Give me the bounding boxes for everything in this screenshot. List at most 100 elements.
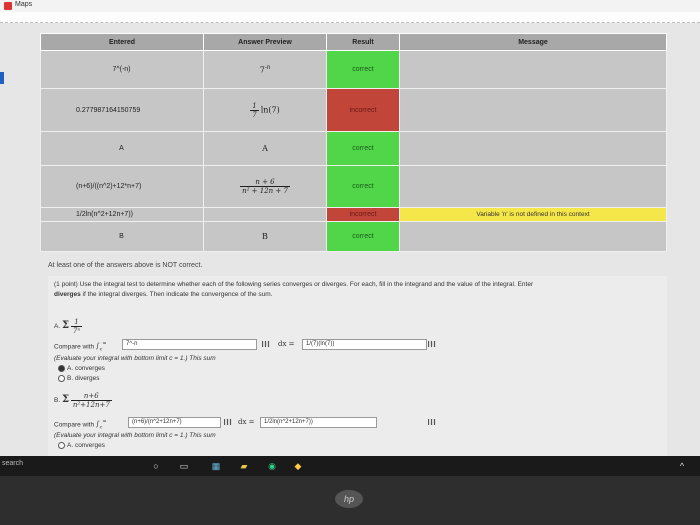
taskbar: search ○ ▭ ▦ ▰ ◉ ◆ ^ bbox=[0, 456, 700, 476]
table-row: B B correct bbox=[40, 221, 667, 252]
preview-cell: 7-n bbox=[203, 50, 327, 89]
part-b-compare-label: Compare with ∫c∞ bbox=[54, 419, 107, 431]
part-b-integrand-input[interactable]: (n+6)/(n^2+12n+7) bbox=[128, 417, 221, 428]
result-cell: correct bbox=[326, 165, 400, 208]
message-cell: Variable 'n' is not defined in this cont… bbox=[399, 207, 667, 222]
dx-label: dx = bbox=[238, 418, 255, 426]
fraction-denominator: 7 bbox=[252, 110, 257, 119]
intro-text-2: if the integral diverges. Then indicate … bbox=[80, 291, 273, 298]
part-b-option-converges[interactable]: A. converges bbox=[58, 442, 105, 449]
part-a-value-input[interactable]: 1/(7)(ln(7)) bbox=[302, 339, 427, 350]
part-a-term: 1 7ⁿ bbox=[70, 318, 83, 335]
title-bar: Maps bbox=[0, 0, 700, 12]
problem-panel: (1 point) Use the integral test to deter… bbox=[48, 276, 667, 456]
part-a-label: A. bbox=[54, 323, 61, 331]
table-row: 0.277987164150759 1 7 ln(7) incorrect bbox=[40, 88, 667, 132]
equation-editor-icon[interactable] bbox=[428, 419, 436, 425]
equation-editor-icon[interactable] bbox=[428, 341, 436, 347]
header-message: Message bbox=[399, 33, 667, 51]
intro-text: (1 point) Use the integral test to deter… bbox=[54, 281, 534, 288]
header-entered: Entered bbox=[40, 33, 204, 51]
part-b-value-input[interactable]: 1/2ln(n^2+12n+7)) bbox=[260, 417, 377, 428]
window-title: Maps bbox=[15, 1, 33, 8]
result-cell: correct bbox=[326, 131, 400, 166]
part-a-option-converges[interactable]: A. converges bbox=[58, 365, 105, 372]
part-a-compare-label: Compare with ∫c∞ bbox=[54, 341, 107, 353]
result-cell: correct bbox=[326, 221, 400, 252]
part-b-term: n+6 n²+12n+7 bbox=[70, 392, 112, 409]
problem-intro: (1 point) Use the integral test to deter… bbox=[54, 280, 654, 300]
message-cell bbox=[399, 221, 667, 252]
preview-cell bbox=[203, 207, 327, 222]
part-a-hint: (Evaluate your integral with bottom limi… bbox=[54, 355, 216, 362]
taskbar-search[interactable]: search bbox=[0, 460, 122, 472]
result-cell: incorrect bbox=[326, 88, 400, 132]
option-label: A. converges bbox=[67, 442, 105, 450]
equation-editor-icon[interactable] bbox=[224, 419, 232, 425]
table-row: (n+6)/((n^2)+12*n+7) n + 6 n² + 12n + 7 … bbox=[40, 165, 667, 208]
preview-rest: ln(7) bbox=[260, 104, 280, 114]
part-a-integrand-input[interactable]: 7^-n bbox=[122, 339, 257, 350]
intro-bold: diverges bbox=[54, 291, 81, 298]
radio-icon[interactable] bbox=[58, 375, 65, 382]
part-a-series: A. Σ 1 7ⁿ bbox=[54, 318, 83, 335]
dx-label: dx = bbox=[278, 340, 295, 348]
entered-cell: A bbox=[40, 131, 204, 166]
entered-cell: B bbox=[40, 221, 204, 252]
screen: Maps Entered Answer Preview Result Messa… bbox=[0, 0, 700, 456]
equation-editor-icon[interactable] bbox=[262, 341, 270, 347]
left-edge-marker bbox=[0, 72, 4, 84]
table-row: 7^(-n) 7-n correct bbox=[40, 50, 667, 89]
entered-cell: (n+6)/((n^2)+12*n+7) bbox=[40, 165, 204, 208]
chrome-icon[interactable]: ◉ bbox=[266, 460, 278, 472]
entered-cell: 0.277987164150759 bbox=[40, 88, 204, 132]
part-b-label: B. bbox=[54, 397, 61, 405]
fraction-numerator: 1 bbox=[70, 318, 83, 327]
store-icon[interactable]: ▦ bbox=[210, 460, 222, 472]
preview-cell: A bbox=[203, 131, 327, 166]
page-top-strip bbox=[0, 12, 700, 23]
result-cell: correct bbox=[326, 50, 400, 89]
fraction-numerator: n + 6 bbox=[240, 178, 290, 187]
results-table: Entered Answer Preview Result Message 7^… bbox=[40, 33, 667, 252]
folder-icon[interactable]: ▰ bbox=[238, 460, 250, 472]
integral-icon: ∫c∞ bbox=[95, 341, 107, 353]
message-cell bbox=[399, 131, 667, 166]
preview-cell: B bbox=[203, 221, 327, 252]
radio-icon[interactable] bbox=[58, 442, 65, 449]
app-icon[interactable]: ◆ bbox=[292, 460, 304, 472]
sigma-icon: Σ bbox=[61, 394, 70, 406]
radio-selected-icon[interactable] bbox=[58, 365, 65, 372]
message-cell bbox=[399, 50, 667, 89]
fraction-denominator: n²+12n+7 bbox=[72, 401, 110, 409]
part-b-series: B. Σ n+6 n²+12n+7 bbox=[54, 392, 112, 409]
header-answer-preview: Answer Preview bbox=[203, 33, 327, 51]
preview-fraction: 1 7 bbox=[250, 102, 259, 119]
task-view-icon[interactable]: ▭ bbox=[178, 460, 190, 472]
part-a-option-diverges[interactable]: B. diverges bbox=[58, 375, 100, 382]
fraction-denominator: 7ⁿ bbox=[72, 327, 81, 335]
option-label: A. converges bbox=[67, 365, 105, 373]
not-correct-notice: At least one of the answers above is NOT… bbox=[48, 262, 203, 269]
hp-logo: hp bbox=[335, 490, 363, 508]
header-result: Result bbox=[326, 33, 400, 51]
entered-cell: 1/2ln(n^2+12n+7)) bbox=[40, 207, 204, 222]
cortana-icon[interactable]: ○ bbox=[150, 460, 162, 472]
message-cell bbox=[399, 165, 667, 208]
result-cell: incorrect bbox=[326, 207, 400, 222]
entered-cell: 7^(-n) bbox=[40, 50, 204, 89]
preview-exp: -n bbox=[264, 64, 271, 71]
table-row: A A correct bbox=[40, 131, 667, 166]
fraction-numerator: n+6 bbox=[70, 392, 112, 401]
preview-fraction: n + 6 n² + 12n + 7 bbox=[240, 178, 290, 195]
part-b-hint: (Evaluate your integral with bottom limi… bbox=[54, 432, 216, 439]
preview-cell: n + 6 n² + 12n + 7 bbox=[203, 165, 327, 208]
fraction-denominator: n² + 12n + 7 bbox=[242, 187, 288, 195]
preview-cell: 1 7 ln(7) bbox=[203, 88, 327, 132]
option-label: B. diverges bbox=[67, 375, 100, 383]
tray-arrow-icon[interactable]: ^ bbox=[676, 460, 688, 472]
sigma-icon: Σ bbox=[61, 320, 70, 332]
table-row: 1/2ln(n^2+12n+7)) incorrect Variable 'n'… bbox=[40, 207, 667, 222]
message-cell bbox=[399, 88, 667, 132]
maps-app-icon bbox=[4, 2, 12, 10]
